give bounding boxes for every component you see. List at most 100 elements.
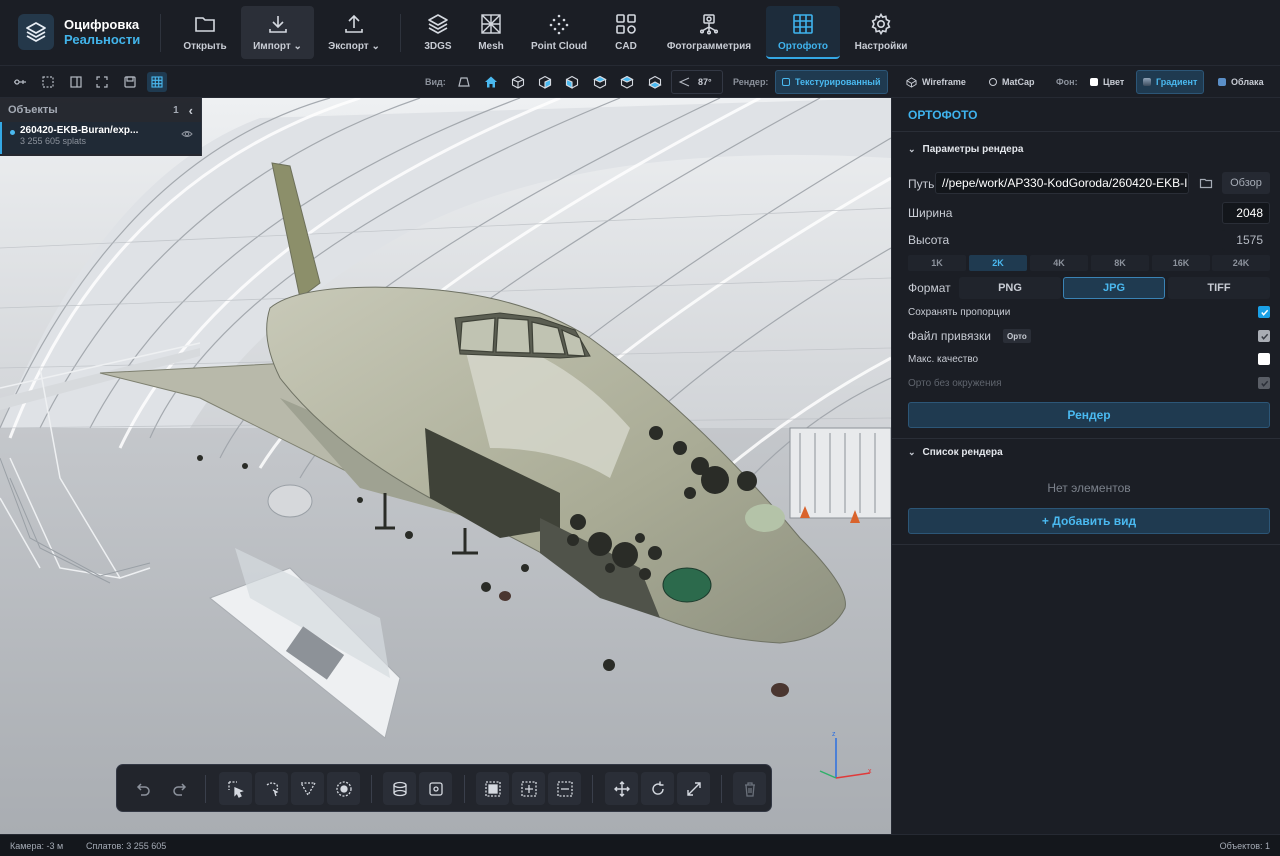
fullscreen-button[interactable] [92,72,112,92]
ortho-no-env-checkbox[interactable] [1258,377,1270,389]
check-icon [1260,309,1268,316]
format-jpg-button[interactable]: JPG [1063,277,1165,299]
select-all-button[interactable] [476,772,509,805]
home-view-button[interactable] [481,72,501,92]
3dgs-button[interactable]: 3DGS [412,6,464,59]
cylinder-icon [392,781,407,796]
render-button[interactable]: Рендер [908,402,1270,428]
objects-count: 1 [173,104,179,116]
polygon-select-button[interactable] [291,772,324,805]
keep-ratio-checkbox[interactable] [1258,306,1270,318]
height-input[interactable]: 1575 [1222,229,1270,251]
bottom-view-button[interactable] [645,72,665,92]
res-1k-button[interactable]: 1K [908,255,966,271]
folder-browse-button[interactable] [1194,172,1218,194]
select-box-button[interactable] [38,72,58,92]
check-icon [1260,380,1268,387]
cad-label: CAD [615,41,637,52]
res-8k-button[interactable]: 8K [1091,255,1149,271]
res-4k-button[interactable]: 4K [1030,255,1088,271]
keep-ratio-label: Сохранять пропорции [908,307,1011,318]
render-textured-button[interactable]: Текстурированный [775,70,888,94]
photogrammetry-button[interactable]: Фотограмметрия [660,6,758,59]
format-png-button[interactable]: PNG [959,277,1061,299]
left-view-button[interactable] [562,72,582,92]
rect-select-button[interactable] [219,772,252,805]
panel-toggle-button[interactable] [66,72,86,92]
res-16k-button[interactable]: 16K [1152,255,1210,271]
front-view-button[interactable] [508,72,528,92]
panel-title: ОРТОФОТО [908,108,978,122]
mesh-button[interactable]: Mesh [466,6,516,59]
res-24k-button[interactable]: 24K [1212,255,1270,271]
settings-button[interactable]: Настройки [850,6,912,59]
perspective-icon [458,77,470,87]
rotate-icon [651,781,664,795]
ref-file-badge: Орто [1003,329,1031,343]
3d-viewport[interactable]: z x [0,98,891,834]
width-input[interactable]: 2048 [1222,202,1270,224]
fov-control[interactable]: 87° [671,70,723,94]
top-view-button[interactable] [617,72,637,92]
max-quality-checkbox[interactable] [1258,353,1270,365]
ref-file-checkbox[interactable] [1258,330,1270,342]
objects-panel: Объекты 1 ‹ 260420-EKB-Buran/exp... 3 25… [0,98,202,156]
bg-gradient-button[interactable]: Градиент [1136,70,1205,94]
point-cloud-button[interactable]: Point Cloud [526,6,592,59]
pivot-tool-button[interactable] [10,72,30,92]
object-list-item[interactable]: 260420-EKB-Buran/exp... 3 255 605 splats [0,122,201,154]
import-button[interactable]: Импорт ⌄ [241,6,314,59]
lasso-select-button[interactable] [255,772,288,805]
render-params-section[interactable]: ⌄ Параметры рендера [908,144,1023,155]
perspective-view-button[interactable] [454,72,474,92]
photogrammetry-label: Фотограмметрия [666,41,752,52]
export-button[interactable]: Экспорт ⌄ [318,6,390,59]
toolbar-divider [371,775,372,803]
settings-label: Настройки [854,41,908,52]
status-bar: Камера: -3 м Сплатов: 3 255 605 Объектов… [0,834,1280,856]
open-button[interactable]: Открыть [170,6,240,59]
width-label: Ширина [908,206,953,220]
render-list-section[interactable]: ⌄ Список рендера [908,447,1003,458]
subtract-selection-button[interactable] [548,772,581,805]
undo-button[interactable] [127,772,160,805]
divider [892,438,1280,439]
collapse-chevron-icon[interactable]: ‹ [189,103,193,118]
divider [892,544,1280,545]
path-label: Путь [908,177,935,191]
scale-tool-button[interactable] [677,772,710,805]
fullscreen-icon [96,76,108,88]
gear-icon [871,12,891,36]
height-label: Высота [908,233,950,247]
grid-toggle-button[interactable] [147,72,167,92]
layers-icon [428,14,448,34]
bg-color-button[interactable]: Цвет [1084,70,1130,94]
screenshot-button[interactable] [120,72,140,92]
bg-clouds-button[interactable]: Облака [1212,70,1270,94]
back-view-button[interactable] [535,72,555,92]
crop-cylinder-button[interactable] [383,772,416,805]
redo-button[interactable] [162,772,195,805]
orthophoto-button[interactable]: Ортофото [766,6,840,59]
render-matcap-button[interactable]: MatCap [983,70,1041,94]
path-input[interactable]: //pepe/work/AP330-KodGoroda/260420-EKB-I [935,172,1189,194]
delete-button[interactable] [733,772,766,805]
sphere-select-button[interactable] [327,772,360,805]
visibility-eye-icon[interactable] [181,128,193,140]
folder-icon [195,17,215,32]
rotate-tool-button[interactable] [641,772,674,805]
render-list-empty: Нет элементов [1047,481,1131,495]
crop-box-button[interactable] [419,772,452,805]
cad-button[interactable]: CAD [604,6,648,59]
add-selection-button[interactable] [512,772,545,805]
browse-button[interactable]: Обзор [1222,172,1270,194]
format-tiff-button[interactable]: TIFF [1168,277,1270,299]
move-tool-button[interactable] [605,772,638,805]
add-view-button[interactable]: + Добавить вид [908,508,1270,534]
save-view-icon [124,76,136,88]
render-wireframe-button[interactable]: Wireframe [900,70,972,94]
res-2k-button[interactable]: 2K [969,255,1027,271]
chevron-down-icon: ⌄ [908,447,916,457]
scale-icon [686,781,701,796]
right-view-button[interactable] [590,72,610,92]
